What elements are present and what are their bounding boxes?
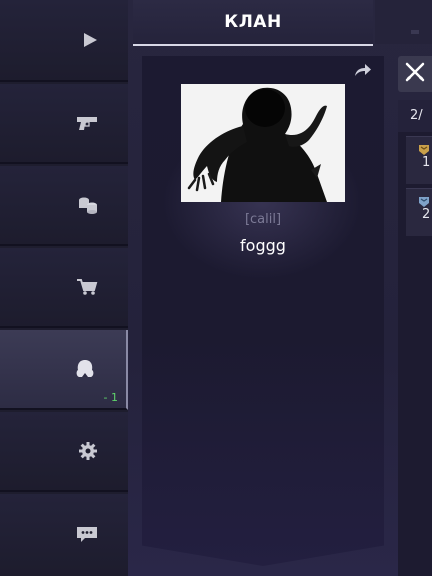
member-count: 2/ (398, 100, 432, 132)
pistol-icon (76, 115, 98, 131)
sidebar-item-clan[interactable]: - 1 (0, 330, 128, 410)
clan-emblem-icon (74, 359, 96, 379)
sidebar-item-play[interactable] (0, 0, 128, 82)
share-button[interactable] (352, 61, 374, 81)
rank-badge-icon (418, 141, 430, 155)
share-arrow-icon (354, 62, 372, 81)
battle-button[interactable] (398, 56, 432, 92)
coins-icon (78, 196, 98, 214)
sidebar: - 1 (0, 0, 128, 576)
sidebar-item-weapons[interactable] (0, 84, 128, 164)
page-title: КЛАН (224, 12, 282, 32)
sidebar-item-settings[interactable] (0, 412, 128, 492)
sidebar-item-shop[interactable] (0, 248, 128, 328)
crossed-swords-icon (405, 62, 425, 86)
clan-notification-count: - 1 (103, 391, 118, 404)
gear-icon (78, 441, 98, 461)
chat-icon (76, 526, 98, 544)
clan-tag: [calil] (244, 212, 282, 227)
member-rank-value: 1 (422, 155, 431, 170)
avatar[interactable] (181, 84, 345, 202)
cart-icon (76, 278, 98, 296)
member-rank-value: 2 (422, 207, 431, 222)
play-icon (82, 32, 98, 48)
header-right-area (375, 0, 432, 44)
tab-clan[interactable]: КЛАН (133, 0, 373, 46)
player-name: foggg (240, 236, 286, 255)
member-row[interactable]: 2 (406, 188, 432, 236)
sidebar-item-chat[interactable] (0, 494, 128, 576)
sidebar-item-currency[interactable] (0, 166, 128, 246)
rank-badge-icon (418, 193, 430, 207)
member-row[interactable]: 1 (406, 136, 432, 184)
